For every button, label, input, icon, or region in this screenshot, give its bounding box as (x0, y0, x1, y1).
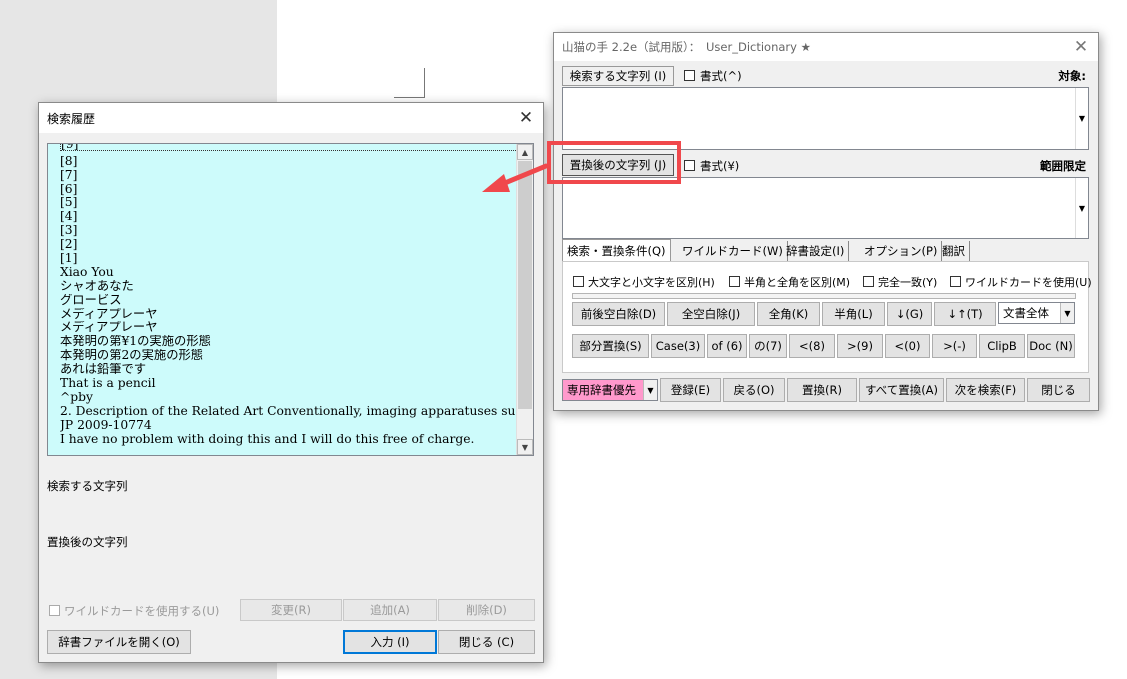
history-title: 検索履歴 (47, 111, 96, 126)
scope-select[interactable]: 文書全体 ▼ (998, 302, 1075, 324)
close-bracket-9-button[interactable]: >(9) (837, 334, 883, 358)
history-list-item[interactable]: 2. Description of the Related Art Conven… (60, 405, 518, 419)
history-list-item[interactable]: JP 2009-10774 (60, 419, 518, 433)
find-next-button[interactable]: 次を検索(F) (946, 378, 1025, 402)
wildcard-label: ワイルドカードを使用する(U) (64, 604, 220, 618)
use-wildcard-checkbox[interactable] (950, 276, 961, 287)
trim-spaces-button[interactable]: 前後空白除(D) (572, 302, 665, 326)
width-sensitive-label: 半角と全角を区別(M) (744, 276, 851, 289)
history-list-item[interactable]: [6] (60, 183, 518, 197)
main-title: 山猫の手 2.2e（試用版）： User_Dictionary ★ (562, 40, 811, 54)
width-sensitive-checkbox[interactable] (729, 276, 740, 287)
history-list-item[interactable]: [3] (60, 224, 518, 238)
annotation-arrow-icon (482, 163, 549, 192)
history-list-item[interactable]: [8] (60, 155, 518, 169)
scroll-down-icon[interactable]: ▼ (517, 439, 533, 455)
wildcard-checkbox[interactable] (49, 605, 60, 616)
dropdown-arrow-icon[interactable]: ▼ (1060, 303, 1074, 323)
history-close-button[interactable]: 閉じる (C) (438, 630, 535, 654)
open-bracket-0-button[interactable]: <(0) (885, 334, 930, 358)
of-button[interactable]: of (6) (707, 334, 747, 358)
dropdown-arrow-icon[interactable]: ▼ (643, 380, 657, 400)
range-limit-label: 範囲限定 (1040, 159, 1086, 173)
use-wildcard-label: ワイルドカードを使用(U) (965, 276, 1092, 289)
history-list-item[interactable]: メディアプレーヤ (60, 308, 518, 322)
history-list-item[interactable]: ^pby (60, 391, 518, 405)
history-list-item[interactable]: [9] (60, 144, 518, 151)
page-crop-mark-vertical (424, 68, 425, 98)
open-dictionary-button[interactable]: 辞書ファイルを開く(O) (47, 630, 191, 654)
history-list-item[interactable]: I have no problem with doing this and I … (60, 433, 518, 447)
history-list-item[interactable]: グロービス (60, 294, 518, 308)
doc-button[interactable]: Doc (N) (1027, 334, 1075, 358)
full-width-button[interactable]: 全角(K) (757, 302, 820, 326)
target-label: 対象: (1058, 69, 1086, 83)
dictionary-priority-value: 専用辞書優先 (567, 383, 636, 397)
input-button[interactable]: 入力 (I) (343, 630, 437, 654)
yamaneko-main-dialog: 山猫の手 2.2e（試用版）： User_Dictionary ★ ✕ 検索する… (553, 32, 1099, 411)
down-button[interactable]: ↓(G) (887, 302, 932, 326)
close-icon[interactable]: ✕ (509, 103, 543, 133)
search-string-button[interactable]: 検索する文字列 (I) (562, 66, 674, 86)
add-button[interactable]: 追加(A) (343, 599, 437, 621)
no-button[interactable]: の(7) (749, 334, 787, 358)
replace-all-button[interactable]: すべて置換(A) (859, 378, 944, 402)
replace-button[interactable]: 置換(R) (787, 378, 857, 402)
history-list-item[interactable]: メディアプレーヤ (60, 321, 518, 335)
scope-value: 文書全体 (1003, 306, 1049, 320)
delete-button[interactable]: 削除(D) (438, 599, 535, 621)
main-titlebar: 山猫の手 2.2e（試用版）： User_Dictionary ★ ✕ (554, 33, 1098, 61)
replace-text-field[interactable]: ▼ (562, 177, 1089, 239)
back-button[interactable]: 戻る(O) (723, 378, 785, 402)
history-list-item[interactable]: [5] (60, 196, 518, 210)
history-list-item[interactable]: あれは鉛筆です (60, 363, 518, 377)
open-bracket-8-button[interactable]: <(8) (789, 334, 835, 358)
history-list-item[interactable]: [4] (60, 210, 518, 224)
case-sensitive-label: 大文字と小文字を区別(H) (588, 276, 715, 289)
history-list[interactable]: [9] [8] [7] [6] [5] [4] [3] [2] [1] Xiao You シャオあな… (47, 143, 534, 456)
history-list-item[interactable]: 本発明の第¥1の実施の形態 (60, 335, 518, 349)
dictionary-priority-select[interactable]: 専用辞書優先 ▼ (562, 379, 658, 401)
history-list-item[interactable]: 本発明の第2の実施の形態 (60, 349, 518, 363)
panel-separator (572, 293, 1076, 299)
change-button[interactable]: 変更(R) (240, 599, 342, 621)
history-list-item[interactable]: Xiao You (60, 266, 518, 280)
main-close-button[interactable]: 閉じる (1027, 378, 1090, 402)
highlight-box (547, 141, 681, 184)
history-replace-label: 置換後の文字列 (47, 535, 128, 549)
history-list-item[interactable]: [1] (60, 252, 518, 266)
history-list-item[interactable]: That is a pencil (60, 377, 518, 391)
tab-wildcard[interactable]: ワイルドカード(W) (678, 241, 788, 261)
history-list-item[interactable]: [7] (60, 169, 518, 183)
format-search-label: 書式(^) (700, 69, 742, 83)
tab-search-replace-conditions[interactable]: 検索・置換条件(Q) (562, 239, 671, 261)
exact-match-checkbox[interactable] (863, 276, 874, 287)
down-up-button[interactable]: ↓↑(T) (934, 302, 996, 326)
tab-options[interactable]: オプション(P) (860, 241, 943, 261)
tab-translate[interactable]: 翻訳 (938, 241, 970, 261)
close-bracket-minus-button[interactable]: >(-) (932, 334, 977, 358)
format-replace-label: 書式(¥) (700, 159, 740, 173)
dropdown-arrow-icon[interactable]: ▼ (1075, 178, 1088, 238)
history-list-item[interactable]: シャオあなた (60, 280, 518, 294)
page-crop-mark (394, 97, 424, 98)
remove-all-spaces-button[interactable]: 全空白除(J) (667, 302, 755, 326)
exact-match-label: 完全一致(Y) (878, 276, 938, 289)
partial-replace-button[interactable]: 部分置換(S) (572, 334, 649, 358)
case-sensitive-checkbox[interactable] (573, 276, 584, 287)
half-width-button[interactable]: 半角(L) (822, 302, 885, 326)
case-button[interactable]: Case(3) (651, 334, 705, 358)
history-search-label: 検索する文字列 (47, 479, 128, 493)
history-titlebar: 検索履歴 ✕ (39, 103, 543, 133)
format-replace-checkbox[interactable] (684, 160, 695, 171)
format-search-checkbox[interactable] (684, 70, 695, 81)
close-icon[interactable]: ✕ (1064, 33, 1098, 61)
dropdown-arrow-icon[interactable]: ▼ (1075, 88, 1088, 149)
clipboard-button[interactable]: ClipB (979, 334, 1025, 358)
history-items: [9] [8] [7] [6] [5] [4] [3] [2] [1] Xiao You シャオあな… (60, 144, 518, 447)
history-list-item[interactable]: [2] (60, 238, 518, 252)
register-button[interactable]: 登録(E) (660, 378, 721, 402)
tab-dictionary-settings[interactable]: 辞書設定(I) (782, 241, 850, 261)
search-history-dialog: 検索履歴 ✕ [9] [8] [7] [6] [5] [4] [3] [2] [1] Xiao Y… (38, 102, 544, 663)
